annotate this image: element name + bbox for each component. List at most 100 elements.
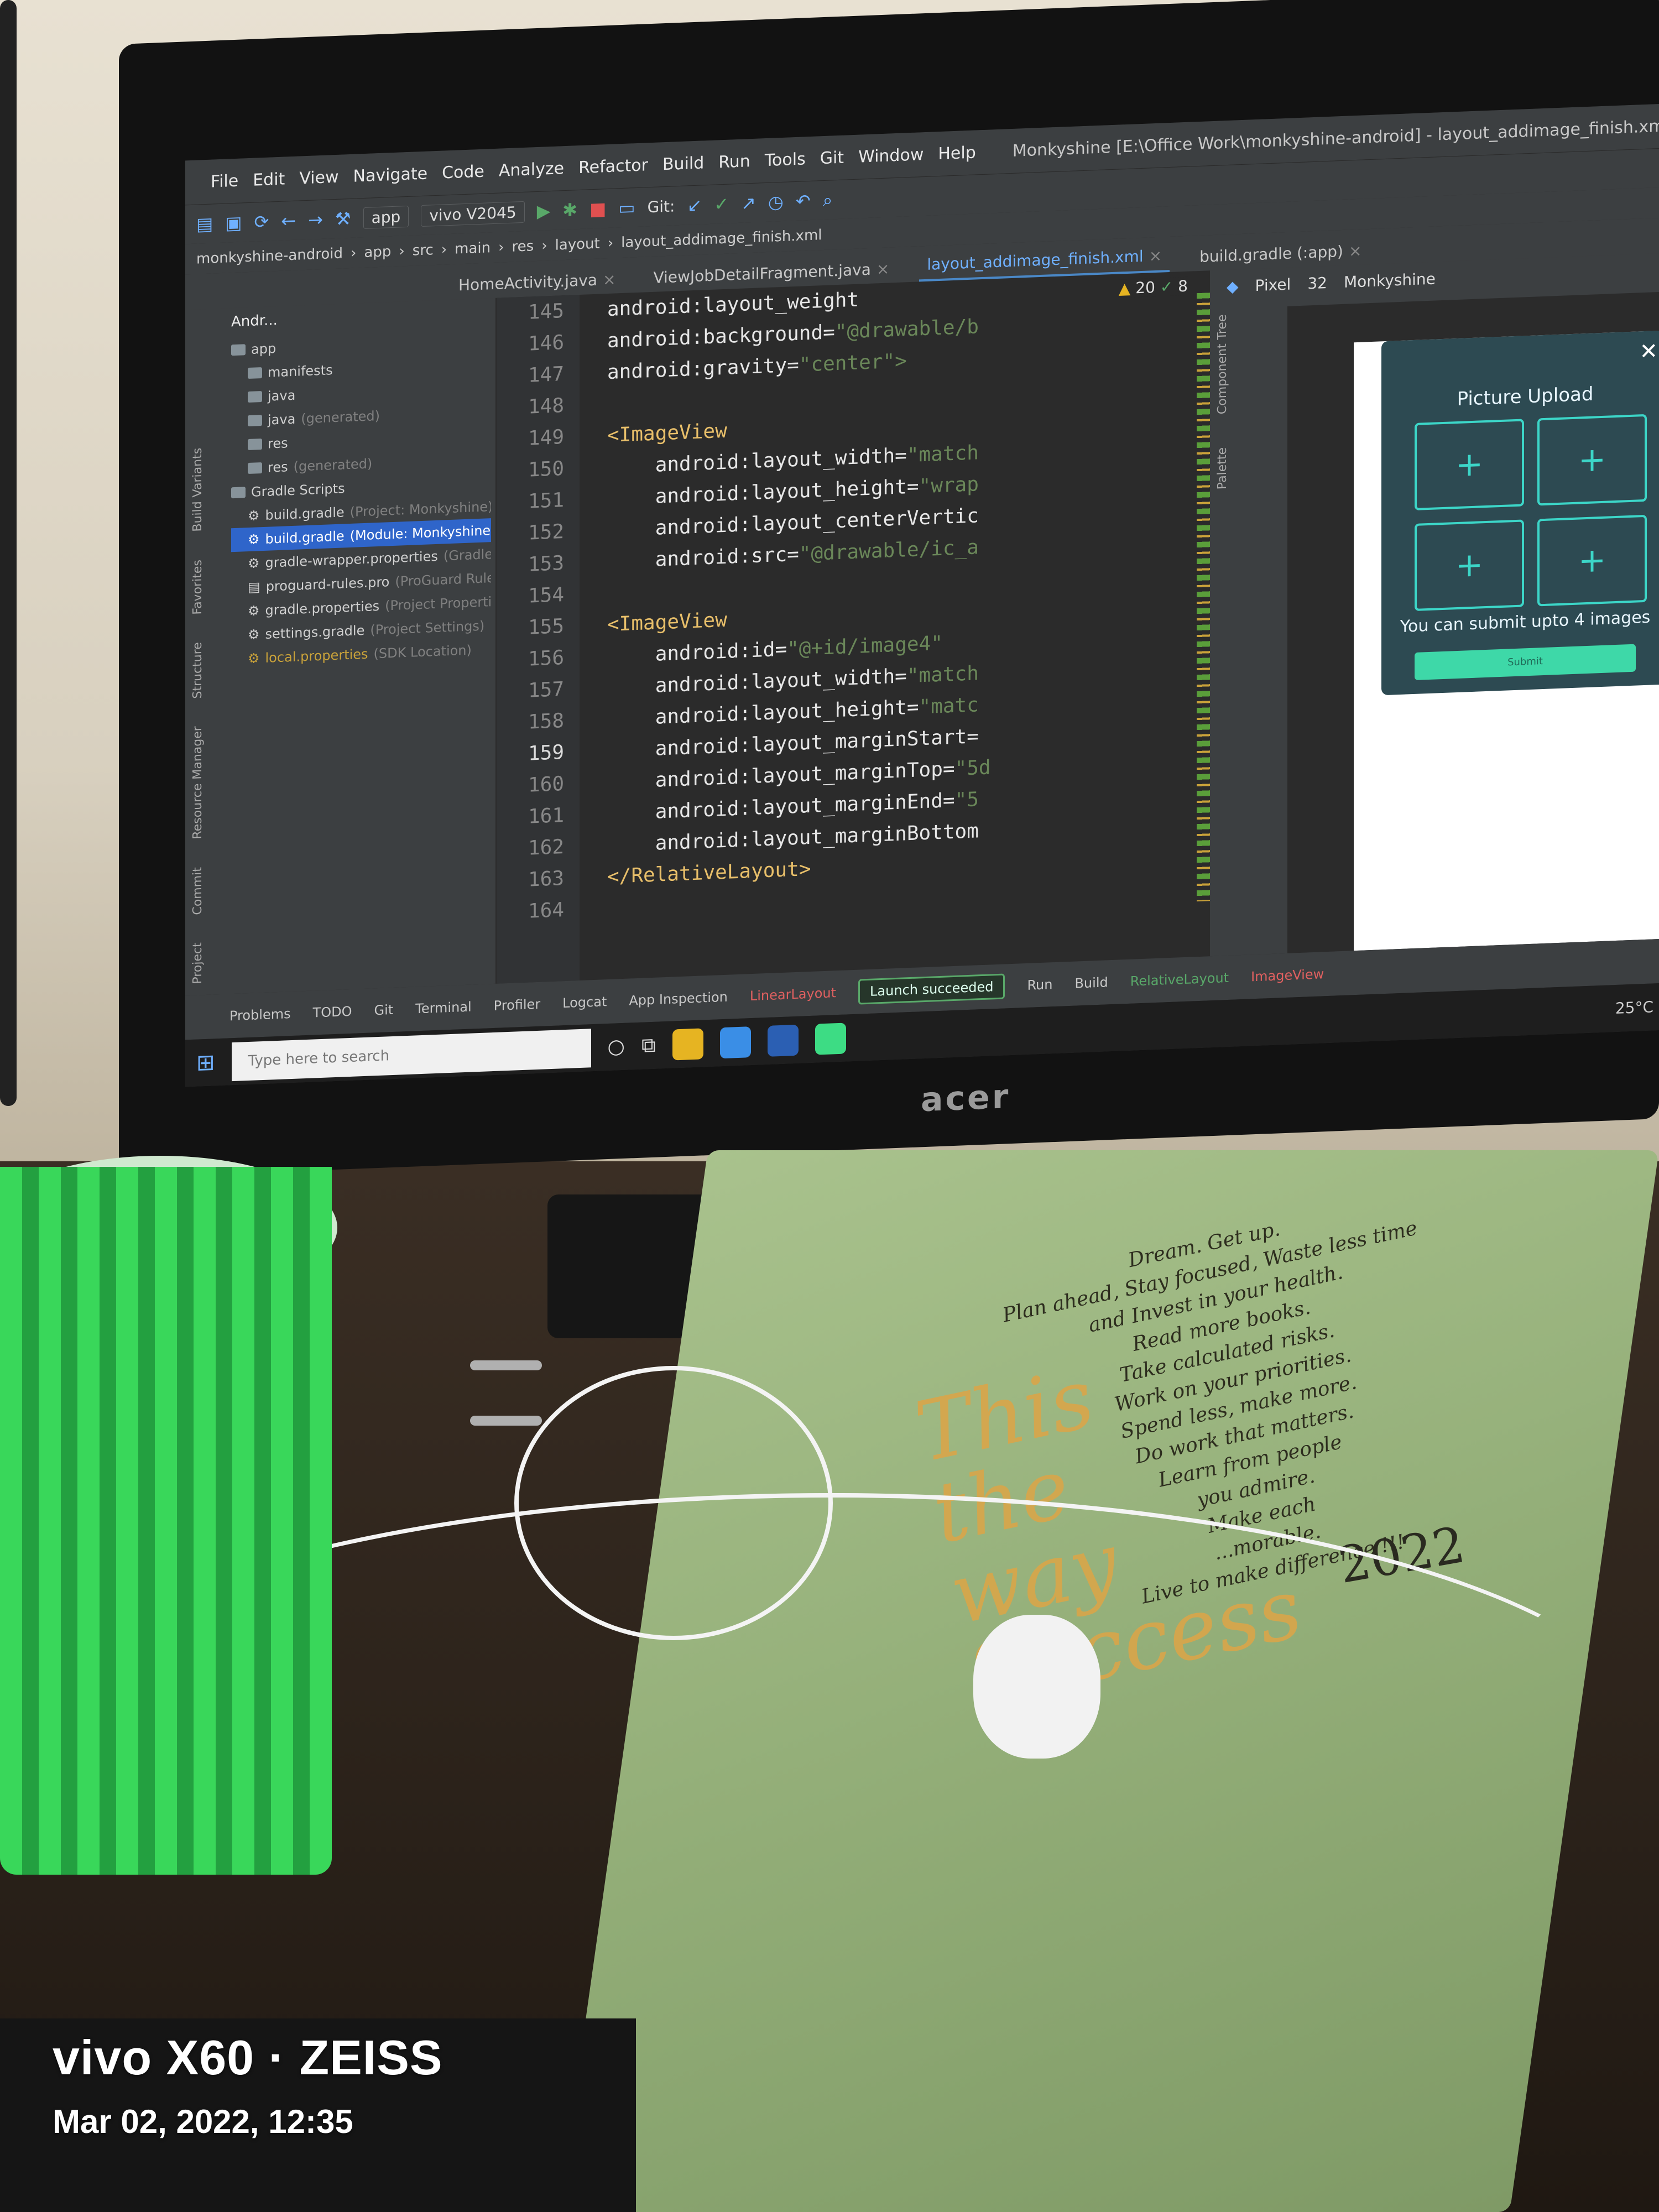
word-icon[interactable]	[767, 1024, 799, 1057]
breadcrumb-item[interactable]: res	[512, 238, 534, 255]
tool-todo[interactable]: TODO	[313, 1004, 352, 1021]
forward-icon[interactable]: →	[308, 209, 323, 231]
project-view-select[interactable]: Andr...	[231, 304, 491, 330]
charger-prong	[470, 1360, 542, 1370]
debug-icon[interactable]: ✱	[562, 199, 577, 221]
charger-prong	[470, 1416, 542, 1426]
breadcrumb-item[interactable]: layout_addimage_finish.xml	[621, 227, 822, 251]
folder-icon	[231, 343, 246, 356]
tool-project[interactable]: Project	[191, 942, 221, 984]
run-config-select[interactable]: app	[363, 205, 409, 229]
menu-build[interactable]: Build	[662, 153, 704, 174]
chrome-icon[interactable]	[719, 1026, 751, 1058]
open-icon[interactable]: ▤	[196, 213, 213, 234]
folder-icon	[248, 462, 262, 474]
tool-palette[interactable]: Palette	[1215, 447, 1229, 489]
stop-icon[interactable]: ■	[589, 198, 606, 220]
api-select[interactable]: 32	[1307, 274, 1327, 293]
tool-favorites[interactable]: Favorites	[191, 559, 221, 614]
tool-build[interactable]: Build	[1074, 974, 1108, 991]
breadcrumb-item[interactable]: src	[413, 242, 434, 259]
back-icon[interactable]: ←	[281, 210, 296, 232]
sync-icon[interactable]: ⟳	[254, 211, 269, 233]
tool-build-variants[interactable]: Build Variants	[191, 447, 221, 533]
taskbar-search-input[interactable]: Type here to search	[231, 1028, 591, 1081]
task-view-icon[interactable]: ⧉	[641, 1034, 656, 1057]
menu-view[interactable]: View	[299, 167, 338, 188]
run-icon[interactable]: ▶	[537, 200, 551, 222]
line-number: 148	[528, 394, 564, 419]
menu-help[interactable]: Help	[938, 143, 975, 164]
tool-profiler[interactable]: Profiler	[494, 997, 541, 1014]
tool-problems[interactable]: Problems	[229, 1006, 291, 1024]
theme-select[interactable]: Monkyshine	[1344, 269, 1436, 291]
tool-commit[interactable]: Commit	[191, 866, 221, 915]
windows-start-icon[interactable]: ⊞	[196, 1050, 215, 1076]
error-stripe[interactable]	[1197, 293, 1210, 902]
menu-tools[interactable]: Tools	[765, 149, 806, 170]
menu-window[interactable]: Window	[858, 145, 924, 167]
line-number: 157	[528, 678, 564, 702]
search-icon[interactable]: ⌕	[823, 189, 833, 211]
inspection-widget[interactable]: ▲ 20 ✓ 8	[1118, 276, 1188, 298]
git-push-icon[interactable]: ↗	[741, 192, 756, 214]
tool-structure[interactable]: Structure	[191, 641, 221, 699]
tool-run[interactable]: Run	[1027, 977, 1052, 993]
breadcrumb-item[interactable]: layout	[555, 235, 600, 253]
breadcrumb-item[interactable]: main	[455, 239, 491, 257]
left-tool-strip: Project Commit Resource Manager Structur…	[185, 308, 227, 996]
menu-git[interactable]: Git	[820, 148, 844, 168]
add-picture-slot[interactable]: +	[1537, 514, 1647, 607]
line-number: 145	[528, 300, 564, 324]
close-icon[interactable]: ×	[877, 259, 889, 278]
git-update-icon[interactable]: ↙	[687, 194, 702, 216]
line-number: 161	[528, 804, 564, 828]
crumb-linearlayout[interactable]: LinearLayout	[750, 985, 836, 1004]
monitor-brand-logo: acer	[921, 1077, 1011, 1120]
design-canvas: ✕ Picture Upload + + + + You can submit …	[1287, 292, 1659, 953]
history-icon[interactable]: ◷	[768, 191, 784, 213]
crumb-imageview[interactable]: ImageView	[1251, 966, 1324, 984]
cortana-icon[interactable]: ○	[608, 1035, 625, 1058]
android-studio-icon[interactable]	[815, 1022, 846, 1055]
tool-logcat[interactable]: Logcat	[562, 994, 607, 1011]
tool-git[interactable]: Git	[374, 1002, 394, 1018]
menu-run[interactable]: Run	[718, 152, 750, 172]
close-icon[interactable]: ×	[603, 270, 615, 289]
add-picture-slot[interactable]: +	[1415, 419, 1524, 510]
menu-code[interactable]: Code	[442, 161, 484, 182]
close-icon[interactable]: ×	[1149, 247, 1162, 265]
tool-terminal[interactable]: Terminal	[415, 999, 471, 1017]
tree-label: manifests	[268, 362, 333, 380]
device-select[interactable]: vivo V2045	[421, 201, 525, 227]
menu-file[interactable]: File	[211, 171, 238, 191]
breadcrumb-item[interactable]: app	[364, 243, 391, 261]
menu-edit[interactable]: Edit	[253, 169, 285, 190]
crumb-relativelayout[interactable]: RelativeLayout	[1130, 970, 1229, 989]
tool-component-tree[interactable]: Component Tree	[1215, 314, 1229, 415]
tool-resource-manager[interactable]: Resource Manager	[191, 726, 221, 839]
gradle-icon	[231, 486, 246, 498]
layers-icon[interactable]: ◆	[1227, 277, 1239, 296]
code-editor[interactable]: 145 146 147 148 149 150 151 152 153 154 155 156 157 1…	[497, 270, 1210, 984]
tool-app-inspection[interactable]: App Inspection	[629, 989, 727, 1009]
hammer-icon[interactable]: ⚒	[335, 208, 351, 229]
close-icon[interactable]: ×	[1349, 242, 1361, 260]
submit-button[interactable]: Submit	[1415, 644, 1636, 680]
git-commit-icon[interactable]: ✓	[714, 194, 729, 215]
device-manager-icon[interactable]: ▭	[618, 197, 635, 218]
close-icon[interactable]: ✕	[1639, 338, 1658, 364]
add-picture-slot[interactable]: +	[1537, 414, 1647, 506]
properties-file-icon: ⚙	[248, 650, 260, 666]
weather-tray[interactable]: 25°C	[1615, 998, 1653, 1018]
rollback-icon[interactable]: ↶	[796, 190, 811, 212]
menu-refactor[interactable]: Refactor	[578, 155, 648, 178]
menu-navigate[interactable]: Navigate	[353, 164, 428, 186]
file-explorer-icon[interactable]	[672, 1027, 703, 1061]
save-icon[interactable]: ▣	[225, 212, 242, 233]
menu-analyze[interactable]: Analyze	[499, 159, 564, 181]
tree-label: res	[268, 458, 288, 476]
add-picture-slot[interactable]: +	[1415, 519, 1524, 611]
breadcrumb-item[interactable]: monkyshine-android	[196, 245, 343, 267]
device-select[interactable]: Pixel	[1255, 275, 1291, 294]
